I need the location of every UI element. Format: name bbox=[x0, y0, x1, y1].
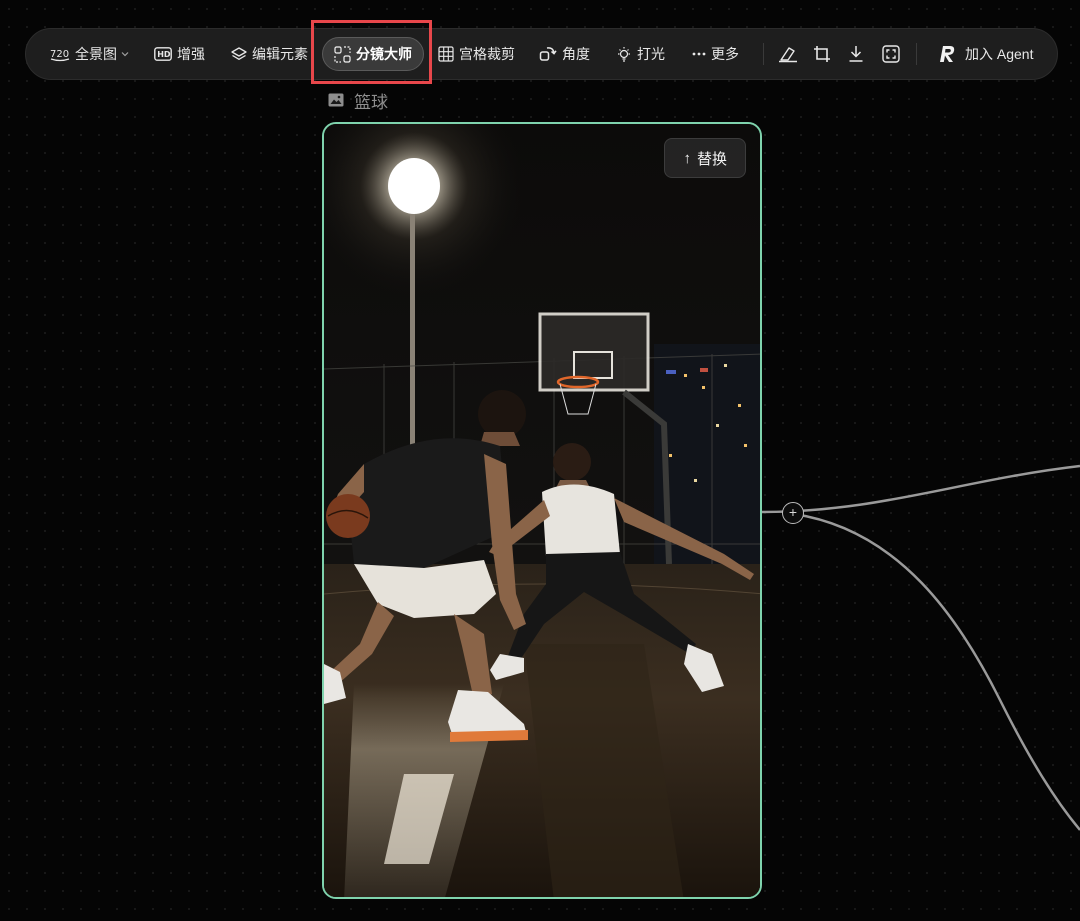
storyboard-button[interactable]: 分镜大师 bbox=[322, 37, 424, 71]
panorama-button[interactable]: 720 全景图 bbox=[50, 29, 130, 79]
grid-icon bbox=[438, 46, 454, 62]
edit-elements-button[interactable]: 编辑元素 bbox=[231, 29, 308, 79]
image-icon bbox=[328, 93, 344, 107]
bulb-icon bbox=[618, 46, 630, 62]
more-button[interactable]: 更多 bbox=[692, 29, 739, 79]
upload-arrow-icon: ↑ bbox=[683, 149, 691, 167]
panorama-720-icon: 720 bbox=[50, 49, 70, 62]
more-dots-icon bbox=[692, 52, 706, 56]
angle-label: 角度 bbox=[562, 46, 590, 62]
svg-text:720: 720 bbox=[50, 49, 69, 60]
download-button[interactable] bbox=[848, 29, 864, 79]
lighting-label: 打光 bbox=[637, 46, 665, 62]
add-agent-button[interactable]: 加入 Agent bbox=[937, 29, 1033, 79]
svg-text:HD: HD bbox=[157, 50, 171, 59]
lighting-button[interactable]: 打光 bbox=[616, 29, 665, 79]
crop-button[interactable] bbox=[813, 29, 831, 79]
fullscreen-button[interactable] bbox=[882, 29, 900, 79]
chevron-down-icon bbox=[121, 52, 129, 57]
more-label: 更多 bbox=[711, 46, 739, 62]
basketball-photo bbox=[324, 124, 760, 897]
connection-wire-lower bbox=[793, 512, 1080, 831]
canvas[interactable]: 720 全景图 HD 增强 编辑元素 分镜大师 宫格裁剪 角度 打光 更多 加入… bbox=[0, 0, 1080, 921]
crop-icon bbox=[814, 46, 830, 62]
image-node-card[interactable]: ↑ 替换 bbox=[322, 122, 762, 899]
add-agent-label: 加入 Agent bbox=[965, 46, 1034, 62]
storyboard-icon bbox=[334, 45, 351, 63]
enhance-label: 增强 bbox=[177, 46, 205, 62]
eraser-button[interactable] bbox=[778, 29, 798, 79]
agent-logo-icon bbox=[940, 46, 955, 62]
toolbar-divider bbox=[763, 43, 764, 65]
node-title-label: 篮球 bbox=[354, 92, 388, 112]
eraser-icon bbox=[779, 47, 797, 63]
storyboard-label: 分镜大师 bbox=[356, 46, 412, 62]
image-toolbar: 720 全景图 HD 增强 编辑元素 分镜大师 宫格裁剪 角度 打光 更多 加入… bbox=[25, 28, 1058, 80]
enhance-button[interactable]: HD 增强 bbox=[154, 29, 205, 79]
angle-button[interactable]: 角度 bbox=[539, 29, 590, 79]
panorama-label: 全景图 bbox=[75, 46, 117, 62]
replace-label: 替换 bbox=[696, 150, 727, 168]
rotate-icon bbox=[539, 47, 557, 61]
download-icon bbox=[849, 46, 863, 62]
hd-icon: HD bbox=[154, 47, 172, 61]
grid-crop-label: 宫格裁剪 bbox=[459, 46, 515, 62]
plus-icon: + bbox=[788, 504, 798, 520]
output-port[interactable]: + bbox=[782, 502, 804, 524]
toolbar-divider bbox=[916, 43, 917, 65]
edit-elements-label: 编辑元素 bbox=[252, 46, 308, 62]
layers-icon bbox=[231, 47, 247, 60]
grid-crop-button[interactable]: 宫格裁剪 bbox=[438, 29, 515, 79]
node-title[interactable]: 篮球 bbox=[328, 88, 388, 112]
replace-button[interactable]: ↑ 替换 bbox=[664, 138, 746, 178]
connection-wire-upper bbox=[761, 464, 1080, 514]
fullscreen-icon bbox=[882, 45, 900, 63]
